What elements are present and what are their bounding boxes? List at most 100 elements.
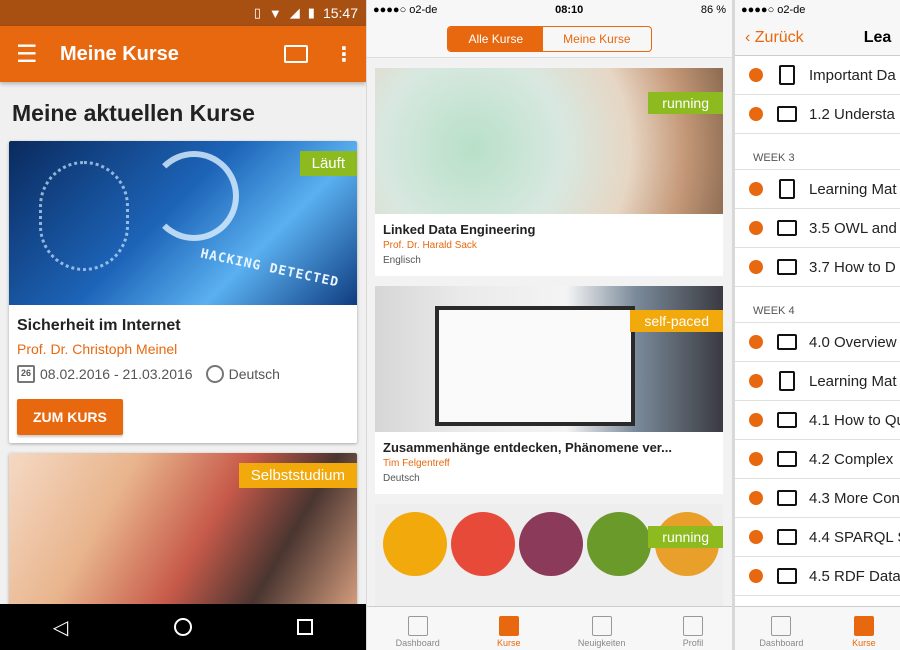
- ring-graphic: [149, 151, 239, 241]
- list-item[interactable]: 3.5 OWL and: [735, 209, 900, 248]
- recents-icon[interactable]: [297, 619, 314, 635]
- signal-icon: ◢: [289, 5, 300, 20]
- list-item[interactable]: Important Da: [735, 56, 900, 95]
- tab-courses[interactable]: Kurse: [852, 616, 876, 648]
- list-item[interactable]: 3.7 How to D: [735, 248, 900, 287]
- home-icon[interactable]: [173, 618, 192, 636]
- nav-title: Lea: [863, 28, 892, 46]
- unvisited-dot-icon: [749, 530, 763, 544]
- video-icon: [777, 334, 797, 350]
- status-time: 15:47: [322, 5, 358, 21]
- unvisited-dot-icon: [749, 182, 763, 196]
- tab-dashboard[interactable]: Dashboard: [759, 616, 803, 648]
- item-label: 4.3 More Con: [809, 489, 900, 507]
- segment-my-courses[interactable]: Meine Kurse: [543, 27, 650, 51]
- course-card[interactable]: Selbststudium: [9, 453, 357, 613]
- go-to-course-button[interactable]: ZUM KURS: [17, 399, 123, 435]
- course-card[interactable]: running: [375, 504, 723, 614]
- battery-icon: ▮: [307, 5, 315, 20]
- tab-dashboard[interactable]: Dashboard: [396, 616, 440, 648]
- course-language: Englisch: [383, 255, 421, 266]
- tab-label: Neuigkeiten: [577, 638, 626, 648]
- unvisited-dot-icon: [749, 335, 763, 349]
- segmented-control-bar: Alle Kurse Meine Kurse: [367, 20, 732, 58]
- house-icon: [771, 616, 792, 636]
- book-icon: [853, 616, 874, 636]
- status-badge: running: [648, 526, 723, 548]
- course-teacher: Prof. Dr. Harald Sack: [383, 240, 477, 251]
- unvisited-dot-icon: [749, 569, 763, 583]
- list-item[interactable]: Learning Mat: [735, 170, 900, 209]
- tab-label: Dashboard: [395, 638, 440, 648]
- overflow-menu-icon[interactable]: ⋮: [334, 42, 354, 67]
- unvisited-dot-icon: [749, 260, 763, 274]
- back-icon[interactable]: ◁: [53, 615, 68, 640]
- unvisited-dot-icon: [749, 413, 763, 427]
- video-icon: [777, 529, 797, 545]
- course-title: Sicherheit im Internet: [17, 317, 181, 334]
- video-icon: [777, 451, 797, 467]
- status-time: 08:10: [555, 4, 584, 16]
- section-header: WEEK 3: [735, 134, 900, 170]
- item-label: Learning Mat: [809, 180, 897, 198]
- item-label: 3.5 OWL and: [809, 219, 897, 237]
- android-screen: ▯ ▼ ◢ ▮ 15:47 ☰ Meine Kurse ⋮ Meine aktu…: [0, 0, 366, 650]
- page-title: Meine aktuellen Kurse: [12, 100, 255, 126]
- segmented-control: Alle Kurse Meine Kurse: [447, 25, 652, 52]
- video-icon: [777, 106, 797, 122]
- patented-stamp-icon: [519, 512, 583, 576]
- house-icon: [407, 616, 428, 636]
- course-card[interactable]: self-paced Zusammenhänge entdecken, Phän…: [375, 286, 723, 494]
- vibrate-icon: ▯: [253, 5, 261, 20]
- course-card[interactable]: HACKING DETECTED Läuft Sicherheit im Int…: [9, 141, 357, 443]
- unvisited-dot-icon: [749, 491, 763, 505]
- video-icon: [777, 490, 797, 506]
- unvisited-dot-icon: [749, 107, 763, 121]
- monitor-graphic: [435, 306, 635, 426]
- course-dates: 08.02.2016 - 21.03.2016: [40, 366, 193, 382]
- segment-all-courses[interactable]: Alle Kurse: [448, 26, 544, 51]
- newspaper-icon: [591, 616, 612, 636]
- unvisited-dot-icon: [749, 374, 763, 388]
- wifi-icon: ▼: [268, 5, 282, 21]
- status-badge: running: [648, 92, 723, 114]
- document-icon: [779, 179, 795, 199]
- course-image: self-paced: [375, 286, 723, 432]
- course-title: Linked Data Engineering: [383, 222, 536, 237]
- tab-label: Kurse: [497, 638, 521, 648]
- tab-profile[interactable]: Profil: [682, 616, 704, 648]
- unvisited-dot-icon: [749, 221, 763, 235]
- tab-news[interactable]: Neuigkeiten: [577, 616, 626, 648]
- list-item[interactable]: 1.2 Understa: [735, 95, 900, 134]
- menu-icon[interactable]: ☰: [16, 40, 48, 69]
- book-icon: [498, 616, 519, 636]
- tab-courses[interactable]: Kurse: [497, 616, 521, 648]
- tab-bar: Dashboard Kurse Neuigkeiten Profil: [367, 606, 732, 650]
- unvisited-dot-icon: [749, 68, 763, 82]
- tab-label: Kurse: [852, 638, 876, 648]
- tab-label: Dashboard: [759, 638, 804, 648]
- video-icon: [777, 220, 797, 236]
- list-item[interactable]: 4.4 SPARQL S: [735, 518, 900, 557]
- course-image: HACKING DETECTED Läuft: [9, 141, 357, 305]
- list-item[interactable]: 4.2 Complex: [735, 440, 900, 479]
- cast-icon[interactable]: [284, 45, 308, 63]
- list-item[interactable]: 4.1 How to Qu: [735, 401, 900, 440]
- image-caption: HACKING DETECTED: [198, 246, 341, 291]
- item-label: 4.5 RDF Data: [809, 567, 900, 585]
- item-label: 4.0 Overview: [809, 333, 897, 351]
- list-item[interactable]: 4.3 More Con: [735, 479, 900, 518]
- list-item[interactable]: 4.0 Overview: [735, 323, 900, 362]
- calendar-icon: 26: [17, 365, 35, 383]
- list-item[interactable]: Learning Mat: [735, 362, 900, 401]
- course-card[interactable]: running Linked Data Engineering Prof. Dr…: [375, 68, 723, 276]
- status-bar: ●●●●○ o2-de 08:10 86 %: [367, 0, 732, 20]
- tab-label: Profil: [682, 638, 704, 648]
- back-button[interactable]: ‹ Zurück: [745, 29, 804, 47]
- item-label: Important Da: [809, 66, 896, 84]
- list-item[interactable]: 4.5 RDF Data: [735, 557, 900, 596]
- status-bar: ●●●●○ o2-de: [735, 0, 900, 20]
- navigation-bar: ‹ Zurück Lea: [735, 20, 900, 56]
- course-image: Selbststudium: [9, 453, 357, 613]
- app-title: Meine Kurse: [60, 42, 179, 65]
